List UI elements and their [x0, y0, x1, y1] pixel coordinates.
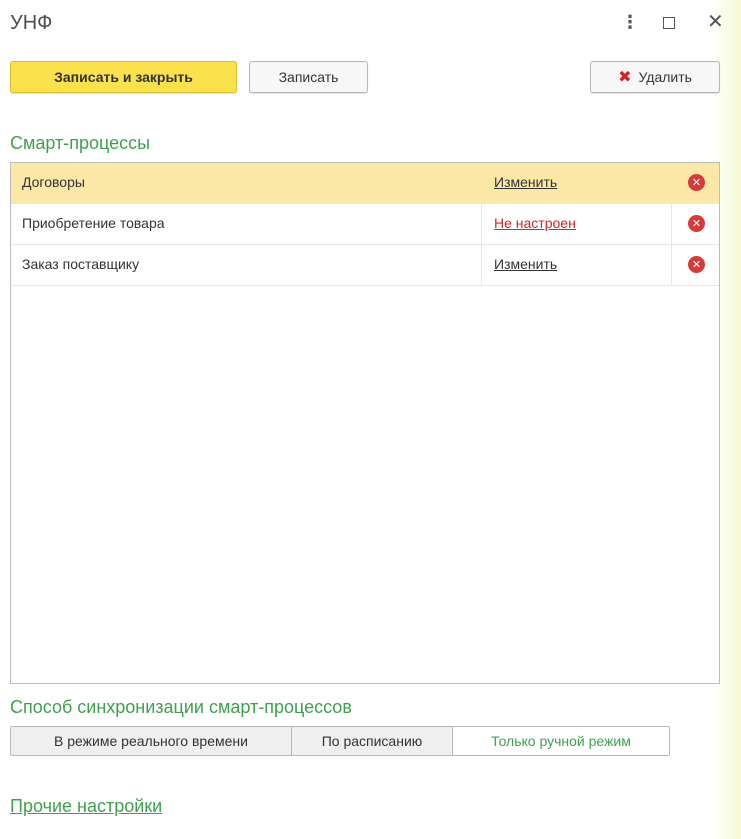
smart-processes-heading: Смарт-процессы	[10, 133, 151, 153]
more-options-icon[interactable]: ⋮	[621, 10, 639, 34]
sync-mode-selector: В режиме реального времени По расписанию…	[10, 726, 670, 756]
smart-processes-table: Договоры Изменить ✕ Приобретение товара …	[10, 162, 720, 684]
row-name: Договоры	[22, 174, 85, 190]
sync-method-heading: Способ синхронизации смарт-процессов	[10, 697, 352, 717]
save-button[interactable]: Записать	[249, 61, 368, 93]
x-icon: ✖	[618, 69, 632, 86]
delete-button[interactable]: ✖ Удалить	[590, 61, 720, 93]
sync-option-manual[interactable]: Только ручной режим	[453, 727, 669, 755]
remove-circle-icon[interactable]: ✕	[688, 215, 705, 232]
row-delete-cell: ✕	[671, 204, 719, 244]
row-name: Заказ поставщику	[22, 256, 140, 272]
table-row[interactable]: Договоры Изменить ✕	[11, 163, 719, 204]
remove-circle-icon[interactable]: ✕	[688, 256, 705, 273]
row-action-cell: Изменить	[481, 163, 671, 203]
window-title: УНФ	[10, 12, 53, 34]
table-row[interactable]: Заказ поставщику Изменить ✕	[11, 245, 719, 286]
edit-link[interactable]: Изменить	[494, 174, 557, 190]
save-and-close-button[interactable]: Записать и закрыть	[10, 61, 237, 93]
remove-circle-icon[interactable]: ✕	[688, 174, 705, 191]
row-name: Приобретение товара	[22, 215, 165, 231]
maximize-icon[interactable]	[663, 10, 677, 35]
edit-link[interactable]: Изменить	[494, 256, 557, 272]
sync-option-schedule[interactable]: По расписанию	[292, 727, 453, 755]
row-action-cell: Не настроен	[481, 204, 671, 244]
row-action-cell: Изменить	[481, 245, 671, 285]
other-settings-link[interactable]: Прочие настройки	[10, 796, 162, 817]
row-delete-cell: ✕	[671, 163, 719, 203]
delete-button-label: Удалить	[638, 69, 692, 85]
close-icon[interactable]: ✕	[707, 10, 724, 34]
sync-option-realtime[interactable]: В режиме реального времени	[11, 727, 292, 755]
row-delete-cell: ✕	[671, 245, 719, 285]
table-row[interactable]: Приобретение товара Не настроен ✕	[11, 204, 719, 245]
not-configured-link[interactable]: Не настроен	[494, 215, 576, 231]
